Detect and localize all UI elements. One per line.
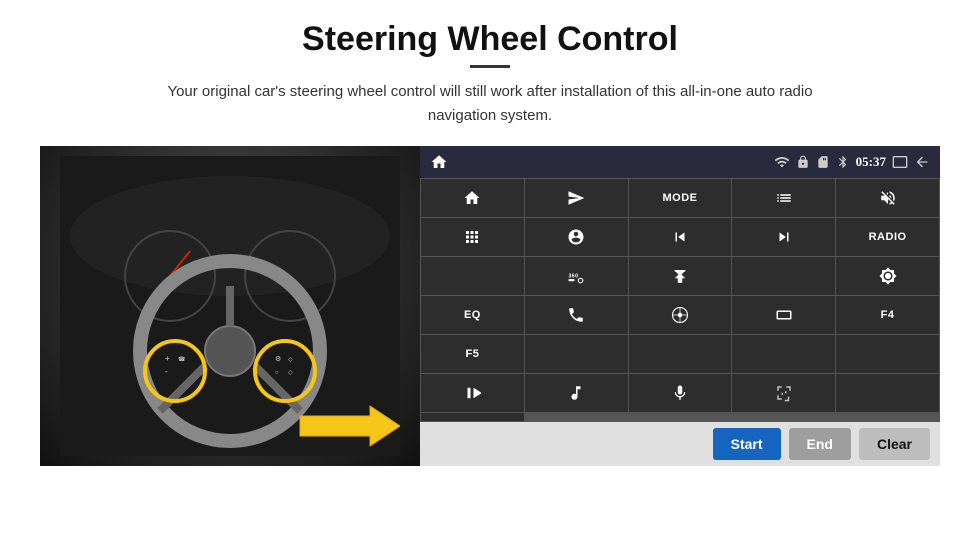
- svg-text:+: +: [165, 354, 170, 363]
- btn-home[interactable]: [421, 179, 524, 217]
- car-image-area: + - ☎ ⚙ ◇ ○ ◇: [40, 146, 420, 466]
- btn-empty2[interactable]: [421, 413, 524, 421]
- page-title: Steering Wheel Control: [302, 20, 678, 59]
- status-time: 05:37: [856, 154, 886, 170]
- page-subtitle: Your original car's steering wheel contr…: [140, 80, 840, 128]
- home-status-icon: [430, 153, 448, 171]
- btn-next[interactable]: [732, 218, 835, 256]
- btn-f2[interactable]: [525, 335, 628, 373]
- btn-volphone[interactable]: [732, 374, 835, 412]
- svg-text:☎: ☎: [178, 356, 186, 363]
- title-divider: [470, 65, 510, 68]
- bluetooth-icon: [836, 155, 850, 169]
- button-grid: MODE RAD: [420, 178, 940, 422]
- svg-text:-: -: [165, 367, 168, 376]
- btn-dvd[interactable]: EQ: [421, 296, 524, 334]
- svg-text:◇: ◇: [288, 370, 293, 376]
- btn-tv[interactable]: RADIO: [836, 218, 939, 256]
- lock-icon: [796, 155, 810, 169]
- svg-text:360: 360: [569, 274, 579, 280]
- status-left: [430, 153, 448, 171]
- btn-f1[interactable]: F5: [421, 335, 524, 373]
- btn-rect[interactable]: [732, 296, 835, 334]
- btn-eject[interactable]: [629, 257, 732, 295]
- btn-empty1[interactable]: [836, 374, 939, 412]
- btn-f5[interactable]: [836, 335, 939, 373]
- control-panel: 05:37: [420, 146, 940, 466]
- start-button[interactable]: Start: [713, 428, 781, 460]
- btn-mute[interactable]: [836, 179, 939, 217]
- end-button[interactable]: End: [789, 428, 851, 460]
- btn-settings[interactable]: [525, 218, 628, 256]
- status-bar: 05:37: [420, 146, 940, 178]
- btn-f3[interactable]: [629, 335, 732, 373]
- btn-mode[interactable]: MODE: [629, 179, 732, 217]
- btn-apps[interactable]: [421, 218, 524, 256]
- display-icon: [892, 154, 908, 170]
- action-bar: Start End Clear: [420, 422, 940, 466]
- btn-nav[interactable]: [525, 179, 628, 217]
- clear-button[interactable]: Clear: [859, 428, 930, 460]
- back-icon: [914, 154, 930, 170]
- status-right: 05:37: [774, 154, 930, 170]
- btn-eq[interactable]: F4: [836, 296, 939, 334]
- btn-prev[interactable]: [629, 218, 732, 256]
- btn-brightness[interactable]: [836, 257, 939, 295]
- btn-navi[interactable]: [629, 296, 732, 334]
- btn-360[interactable]: 360: [525, 257, 628, 295]
- btn-phone[interactable]: [525, 296, 628, 334]
- svg-text:○: ○: [275, 370, 279, 376]
- btn-playpause[interactable]: [421, 374, 524, 412]
- sdcard-icon: [816, 155, 830, 169]
- btn-radio[interactable]: [732, 257, 835, 295]
- btn-mic[interactable]: [629, 374, 732, 412]
- btn-music[interactable]: [525, 374, 628, 412]
- btn-media[interactable]: [421, 257, 524, 295]
- wifi-icon: [774, 154, 790, 170]
- svg-text:⚙: ⚙: [275, 355, 281, 363]
- btn-list[interactable]: [732, 179, 835, 217]
- page-container: Steering Wheel Control Your original car…: [0, 0, 980, 544]
- svg-text:◇: ◇: [288, 357, 293, 363]
- btn-f4[interactable]: [732, 335, 835, 373]
- steering-background: + - ☎ ⚙ ◇ ○ ◇: [40, 146, 420, 466]
- steering-wheel-svg: + - ☎ ⚙ ◇ ○ ◇: [60, 156, 400, 456]
- content-row: + - ☎ ⚙ ◇ ○ ◇: [40, 146, 940, 466]
